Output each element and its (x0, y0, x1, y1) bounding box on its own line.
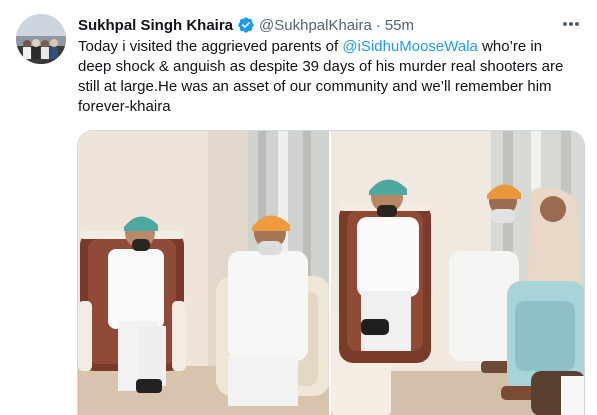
tweet-text: Today i visited the aggrieved parents of… (78, 37, 578, 117)
tweet-text-start: Today i visited the aggrieved parents of (78, 38, 343, 55)
more-options-icon[interactable] (559, 14, 583, 34)
avatar[interactable] (16, 14, 66, 64)
tweet-photo-2[interactable] (331, 131, 584, 415)
tweet[interactable]: Sukhpal Singh Khaira @SukhpalKhaira · 55… (0, 0, 597, 415)
tweet-header: Sukhpal Singh Khaira @SukhpalKhaira · 55… (78, 14, 414, 36)
author-handle[interactable]: @SukhpalKhaira (259, 17, 372, 34)
author-name[interactable]: Sukhpal Singh Khaira (78, 17, 233, 34)
separator-dot: · (375, 16, 381, 34)
timestamp[interactable]: 55m (385, 17, 414, 34)
mention-link[interactable]: @iSidhuMooseWala (342, 38, 478, 55)
verified-badge-icon (237, 16, 255, 34)
media-grid (77, 130, 585, 415)
tweet-photo-1[interactable] (78, 131, 329, 415)
